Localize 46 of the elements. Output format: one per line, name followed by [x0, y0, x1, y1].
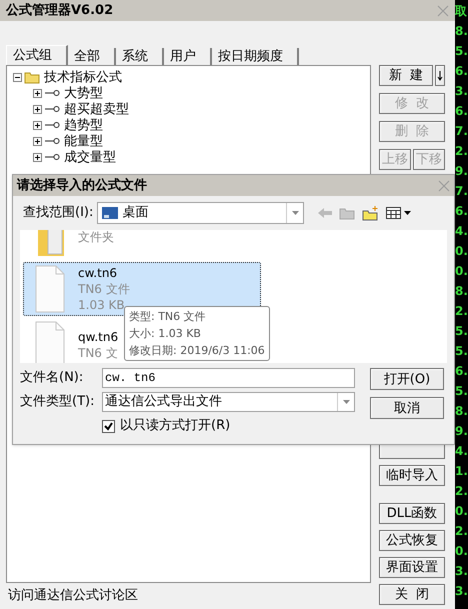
quote-value: 8.: [455, 283, 468, 300]
file-type: 文件夹: [78, 230, 114, 245]
file-name: qw.tn6: [78, 329, 118, 345]
tooltip-line: 修改日期: 2019/6/3 11:06: [129, 343, 265, 359]
quote-value: 5.: [455, 43, 468, 60]
readonly-label: 以只读方式打开(R): [120, 417, 230, 436]
quote-value: 6.: [455, 203, 468, 220]
dialog-title: 请选择导入的公式文件: [17, 176, 147, 195]
quote-value: 3.: [455, 83, 468, 100]
quote-value: 3.: [455, 563, 468, 580]
tooltip-line: 大小: 1.03 KB: [129, 326, 202, 342]
file-type: TN6 文件: [78, 281, 130, 297]
quote-value: 2.: [455, 483, 468, 500]
quote-value: 3.: [455, 583, 468, 600]
quote-value: 9.: [455, 423, 468, 440]
quote-value: 取: [455, 3, 468, 20]
quote-value: 8.: [455, 23, 468, 40]
quote-value: 0.: [455, 243, 468, 260]
file-type-value: 通达信公式导出文件: [104, 392, 223, 411]
file-type: TN6 文: [78, 345, 118, 361]
quote-value: 7.: [455, 123, 468, 140]
file-name: cw.tn6: [78, 265, 118, 281]
quote-value: 5.: [455, 383, 468, 400]
file-type-label: 文件类型(T):: [20, 392, 96, 411]
quote-value: 8.: [455, 403, 468, 420]
file-name-label: 文件名(N):: [20, 368, 84, 387]
look-in-label: 查找范围(I):: [23, 204, 94, 222]
quote-value: 5.: [455, 343, 468, 360]
quote-value: 6.: [455, 63, 468, 80]
quote-value: 2.: [455, 523, 468, 540]
quote-value: 0.: [455, 263, 468, 280]
quote-value: 0.: [455, 543, 468, 560]
quote-value: 2.: [455, 143, 468, 160]
file-size: 1.03 KB: [78, 297, 126, 313]
quote-value: 5.: [455, 323, 468, 340]
quote-value: 6.: [455, 363, 468, 380]
quote-value: 1.: [455, 463, 468, 480]
quote-value: 6.: [455, 103, 468, 120]
quote-value: 0.: [455, 503, 468, 520]
window-title: 公式管理器V6.02: [6, 2, 114, 20]
quote-value: 9.: [455, 163, 468, 180]
quote-value: 2.: [455, 303, 468, 320]
quote-value: 4.: [455, 443, 468, 460]
quote-value: 4.: [455, 223, 468, 240]
look-in-value: 桌面: [122, 204, 150, 222]
quote-value: 7.: [455, 183, 468, 200]
